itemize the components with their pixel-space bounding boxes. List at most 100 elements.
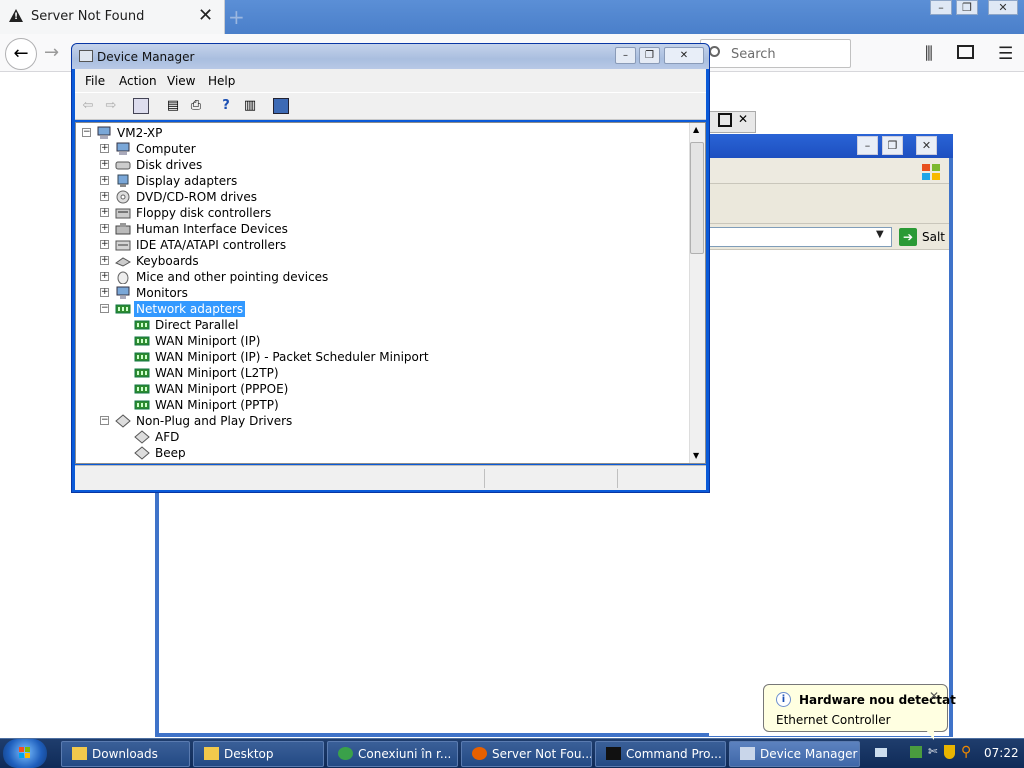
tree-item[interactable]: WAN Miniport (IP) - Packet Scheduler Min…: [76, 349, 688, 365]
menu-help[interactable]: Help: [208, 74, 235, 88]
tree-item[interactable]: AFD: [76, 429, 688, 445]
close-button[interactable]: ✕: [664, 47, 704, 64]
dvd-drive-icon: [115, 190, 131, 204]
collapse-icon[interactable]: −: [82, 128, 91, 137]
taskbar-button[interactable]: Device Manager: [729, 741, 860, 767]
show-hide-tree-icon[interactable]: [133, 98, 149, 114]
menu-bar: File Action View Help: [75, 69, 706, 92]
collapse-icon[interactable]: −: [100, 416, 109, 425]
tree-item[interactable]: − VM2-XP: [76, 125, 688, 141]
tree-item[interactable]: Beep: [76, 445, 688, 461]
firefox-icon: [472, 747, 487, 760]
keyboard-icon[interactable]: [875, 748, 887, 757]
scan-hardware-icon[interactable]: [273, 98, 289, 114]
help-icon[interactable]: ?: [218, 98, 234, 114]
chevron-down-icon[interactable]: ▼: [876, 229, 884, 240]
firefox-minimize-button[interactable]: –: [930, 0, 952, 15]
tree-item[interactable]: WAN Miniport (L2TP): [76, 365, 688, 381]
explorer-minimize-button[interactable]: –: [857, 136, 878, 155]
scroll-up-icon[interactable]: ▲: [693, 125, 699, 134]
tree-item[interactable]: + Mice and other pointing devices: [76, 269, 688, 285]
maximize-icon[interactable]: [718, 113, 732, 127]
tab-close-icon[interactable]: ✕: [198, 5, 213, 26]
taskbar-button[interactable]: Conexiuni în r...: [327, 741, 458, 767]
tree-item[interactable]: + Disk drives: [76, 157, 688, 173]
forward-arrow-icon[interactable]: ⇨: [103, 98, 119, 114]
expand-icon[interactable]: +: [100, 160, 109, 169]
keyboard-icon: [114, 254, 132, 268]
tree-item[interactable]: WAN Miniport (PPPOE): [76, 381, 688, 397]
expand-icon[interactable]: +: [100, 208, 109, 217]
expand-icon[interactable]: +: [100, 224, 109, 233]
firefox-restore-button[interactable]: ❐: [956, 0, 978, 15]
firefox-tab[interactable]: Server Not Found ✕: [0, 0, 225, 34]
tree-item[interactable]: + Keyboards: [76, 253, 688, 269]
expand-icon[interactable]: +: [100, 176, 109, 185]
start-button[interactable]: [3, 739, 47, 768]
search-icon[interactable]: ⚲: [961, 744, 971, 760]
taskbar-button[interactable]: Desktop: [193, 741, 324, 767]
taskbar-button[interactable]: Server Not Fou...: [461, 741, 592, 767]
new-tab-icon[interactable]: +: [228, 5, 245, 29]
balloon-close-icon[interactable]: ✕: [929, 689, 939, 703]
expand-icon[interactable]: +: [100, 288, 109, 297]
window-title: Device Manager: [97, 50, 195, 64]
maximize-button[interactable]: ❐: [639, 47, 660, 64]
menu-icon[interactable]: ☰: [998, 44, 1013, 64]
scrollbar-thumb[interactable]: [690, 142, 704, 254]
export-list-icon[interactable]: ▥: [242, 98, 258, 114]
tree-item[interactable]: Direct Parallel: [76, 317, 688, 333]
properties-icon[interactable]: ▤: [165, 98, 181, 114]
expand-icon[interactable]: +: [100, 192, 109, 201]
minimize-button[interactable]: –: [615, 47, 636, 64]
tree-item[interactable]: + Monitors: [76, 285, 688, 301]
taskbar-button[interactable]: Command Pro...: [595, 741, 726, 767]
print-icon[interactable]: ⎙: [188, 98, 204, 114]
go-button-label[interactable]: Salt: [922, 230, 945, 244]
library-icon[interactable]: ⫼: [925, 44, 933, 64]
tree-item[interactable]: WAN Miniport (IP): [76, 333, 688, 349]
tree-item-label: DVD/CD-ROM drives: [136, 190, 258, 204]
menu-action[interactable]: Action: [119, 74, 157, 88]
address-input[interactable]: [709, 227, 892, 247]
explorer-restore-button[interactable]: ❐: [882, 136, 903, 155]
tree-item[interactable]: + IDE ATA/ATAPI controllers: [76, 237, 688, 253]
firefox-close-button[interactable]: ✕: [988, 0, 1018, 15]
explorer-close-button[interactable]: ✕: [916, 136, 937, 155]
tree-item[interactable]: + Floppy disk controllers: [76, 205, 688, 221]
expand-icon[interactable]: +: [100, 240, 109, 249]
go-arrow-icon[interactable]: ➔: [899, 228, 917, 246]
menu-view[interactable]: View: [167, 74, 195, 88]
device-tree: − VM2-XP + Computer + Disk drives + Display ada…: [75, 122, 706, 464]
sidebar-icon[interactable]: [957, 45, 974, 59]
network-adapter-icon: [115, 302, 131, 316]
network-adapter-icon: [134, 382, 150, 396]
expand-icon[interactable]: +: [100, 144, 109, 153]
taskbar-button-label: Conexiuni în r...: [358, 747, 452, 761]
tree-item[interactable]: + DVD/CD-ROM drives: [76, 189, 688, 205]
search-input[interactable]: Search: [700, 39, 851, 68]
scroll-down-icon[interactable]: ▼: [693, 451, 699, 460]
tree-item[interactable]: − Non-Plug and Play Drivers: [76, 413, 688, 429]
tree-item[interactable]: + Display adapters: [76, 173, 688, 189]
tree-item[interactable]: + Human Interface Devices: [76, 221, 688, 237]
collapse-icon[interactable]: −: [100, 304, 109, 313]
forward-button[interactable]: →: [44, 42, 59, 63]
notification-balloon[interactable]: i Hardware nou detectat Ethernet Control…: [763, 684, 956, 732]
expand-icon[interactable]: +: [100, 256, 109, 265]
device-manager-titlebar[interactable]: Device Manager: [72, 44, 709, 69]
expand-icon[interactable]: +: [100, 272, 109, 281]
tree-item[interactable]: − Network adapters: [76, 301, 688, 317]
back-button[interactable]: ←: [5, 38, 37, 70]
tree-item[interactable]: WAN Miniport (PPTP): [76, 397, 688, 413]
back-arrow-icon[interactable]: ⇦: [80, 98, 96, 114]
menu-file[interactable]: File: [85, 74, 105, 88]
close-icon[interactable]: ✕: [738, 112, 748, 126]
folder-icon: [72, 747, 87, 760]
network-icon[interactable]: [910, 746, 922, 758]
tree-item[interactable]: + Computer: [76, 141, 688, 157]
taskbar-button[interactable]: Downloads: [61, 741, 190, 767]
security-shield-icon[interactable]: [944, 745, 955, 759]
clock[interactable]: 07:22: [984, 746, 1019, 760]
connection-icon[interactable]: ✄: [928, 745, 940, 759]
